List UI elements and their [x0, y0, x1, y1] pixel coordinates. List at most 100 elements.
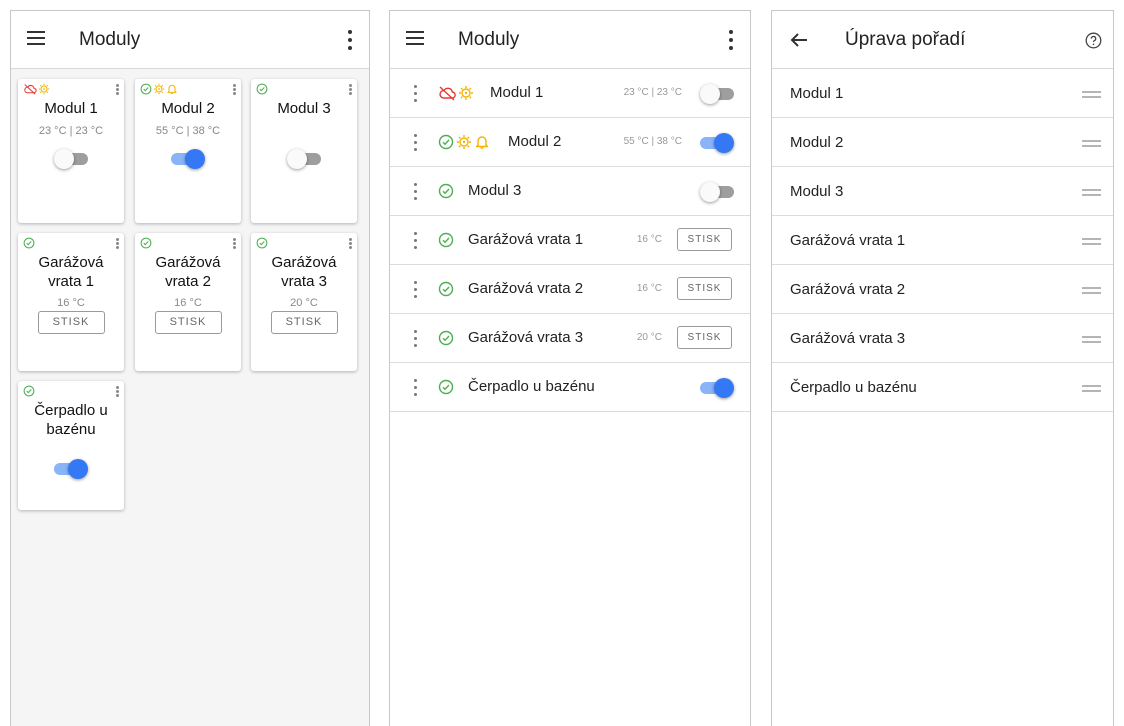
- grid-screen: Moduly Modul 1 23 °C | 23 °C Modul 2 55 °C…: [10, 10, 370, 726]
- more-vert-icon[interactable]: [349, 84, 352, 95]
- press-button[interactable]: STISK: [37, 311, 105, 334]
- menu-icon[interactable]: [27, 31, 45, 45]
- toggle-thumb: [714, 378, 734, 398]
- power-toggle[interactable]: [700, 133, 734, 153]
- module-row[interactable]: Garážová vrata 3 20 °C STISK: [390, 314, 750, 363]
- more-vert-icon[interactable]: [349, 238, 352, 249]
- module-row[interactable]: Garážová vrata 1 16 °C STISK: [390, 216, 750, 265]
- status-icons: [23, 385, 35, 397]
- drag-handle-icon[interactable]: [1082, 336, 1101, 343]
- module-card[interactable]: Modul 3: [251, 79, 357, 223]
- module-card[interactable]: Garážová vrata 3 20 °C STISK: [251, 233, 357, 371]
- module-name: Modul 1: [790, 85, 844, 102]
- module-row[interactable]: Modul 3: [390, 167, 750, 216]
- check-circle-icon: [438, 183, 454, 199]
- press-button[interactable]: STISK: [677, 326, 732, 349]
- check-circle-icon: [438, 330, 454, 346]
- press-button[interactable]: STISK: [677, 277, 732, 300]
- check-circle-icon: [438, 379, 454, 395]
- drag-handle-icon[interactable]: [414, 330, 417, 347]
- module-temperature: 16 °C: [57, 297, 85, 309]
- module-card[interactable]: Garážová vrata 1 16 °C STISK: [18, 233, 124, 371]
- drag-handle-icon[interactable]: [1082, 189, 1101, 196]
- drag-handle-icon[interactable]: [1082, 385, 1101, 392]
- cloud-off-icon: [23, 83, 37, 95]
- more-vert-icon[interactable]: [116, 386, 119, 397]
- sun-warning-icon: [458, 85, 474, 101]
- module-card[interactable]: Modul 1 23 °C | 23 °C: [18, 79, 124, 223]
- help-icon[interactable]: [1085, 32, 1102, 49]
- module-name: Garážová vrata 2: [155, 254, 221, 290]
- reorder-list: Modul 1 Modul 2 Modul 3 Garážová vrata 1…: [772, 69, 1113, 412]
- toggle-thumb: [714, 133, 734, 153]
- more-vert-icon[interactable]: [233, 84, 236, 95]
- more-vert-icon[interactable]: [233, 238, 236, 249]
- cloud-off-icon: [438, 85, 456, 101]
- drag-handle-icon[interactable]: [414, 379, 417, 396]
- module-name: Garážová vrata 2: [468, 280, 584, 297]
- power-toggle[interactable]: [700, 378, 734, 398]
- power-toggle[interactable]: [54, 459, 88, 479]
- app-bar: Moduly: [390, 11, 750, 69]
- reorder-row[interactable]: Garážová vrata 1: [772, 216, 1113, 265]
- drag-handle-icon[interactable]: [414, 85, 417, 102]
- status-icons: [438, 330, 454, 346]
- reorder-row[interactable]: Čerpadlo u bazénu: [772, 363, 1113, 412]
- module-card[interactable]: Čerpadlo u bazénu: [18, 381, 124, 510]
- drag-handle-icon[interactable]: [1082, 238, 1101, 245]
- module-name: Garážová vrata 1: [790, 232, 906, 249]
- app-bar: Úprava pořadí: [772, 11, 1113, 69]
- module-card[interactable]: Garážová vrata 2 16 °C STISK: [135, 233, 241, 371]
- power-toggle[interactable]: [287, 149, 321, 169]
- app-bar: Moduly: [11, 11, 369, 69]
- toggle-thumb: [68, 459, 88, 479]
- reorder-row[interactable]: Garážová vrata 2: [772, 265, 1113, 314]
- module-name: Garážová vrata 1: [38, 254, 104, 290]
- press-button[interactable]: STISK: [677, 228, 732, 251]
- drag-handle-icon[interactable]: [1082, 140, 1101, 147]
- module-row[interactable]: Modul 1 23 °C | 23 °C: [390, 69, 750, 118]
- check-circle-icon: [23, 237, 35, 249]
- press-button[interactable]: STISK: [270, 311, 338, 334]
- more-vert-icon[interactable]: [348, 30, 352, 50]
- module-temperature: 20 °C: [290, 297, 318, 309]
- power-toggle[interactable]: [171, 149, 205, 169]
- module-temperature: 23 °C | 23 °C: [38, 125, 104, 137]
- power-toggle[interactable]: [700, 182, 734, 202]
- more-vert-icon[interactable]: [116, 238, 119, 249]
- power-toggle[interactable]: [700, 84, 734, 104]
- reorder-screen: Úprava pořadí Modul 1 Modul 2 Modul 3 Ga…: [771, 10, 1114, 726]
- module-name: Garážová vrata 3: [468, 329, 584, 346]
- module-row[interactable]: Čerpadlo u bazénu: [390, 363, 750, 412]
- module-name: Modul 1: [490, 84, 544, 101]
- toggle-thumb: [185, 149, 205, 169]
- status-icons: [140, 237, 152, 249]
- more-vert-icon[interactable]: [116, 84, 119, 95]
- module-temperature: 55 °C | 38 °C: [623, 136, 682, 147]
- module-temperature: 23 °C | 23 °C: [623, 87, 682, 98]
- drag-handle-icon[interactable]: [414, 281, 417, 298]
- reorder-row[interactable]: Garážová vrata 3: [772, 314, 1113, 363]
- drag-handle-icon[interactable]: [414, 232, 417, 249]
- back-arrow-icon[interactable]: [790, 31, 808, 49]
- drag-handle-icon[interactable]: [1082, 91, 1101, 98]
- drag-handle-icon[interactable]: [414, 134, 417, 151]
- check-circle-icon: [23, 385, 35, 397]
- reorder-row[interactable]: Modul 3: [772, 167, 1113, 216]
- module-name: Garážová vrata 1: [468, 231, 584, 248]
- reorder-row[interactable]: Modul 1: [772, 69, 1113, 118]
- status-icons: [438, 232, 454, 248]
- sun-warning-icon: [153, 83, 165, 95]
- toggle-thumb: [54, 149, 74, 169]
- module-card[interactable]: Modul 2 55 °C | 38 °C: [135, 79, 241, 223]
- drag-handle-icon[interactable]: [1082, 287, 1101, 294]
- more-vert-icon[interactable]: [729, 30, 733, 50]
- reorder-row[interactable]: Modul 2: [772, 118, 1113, 167]
- module-row[interactable]: Garážová vrata 2 16 °C STISK: [390, 265, 750, 314]
- menu-icon[interactable]: [406, 31, 424, 45]
- power-toggle[interactable]: [54, 149, 88, 169]
- press-button[interactable]: STISK: [154, 311, 222, 334]
- drag-handle-icon[interactable]: [414, 183, 417, 200]
- module-row[interactable]: Modul 2 55 °C | 38 °C: [390, 118, 750, 167]
- check-circle-icon: [438, 281, 454, 297]
